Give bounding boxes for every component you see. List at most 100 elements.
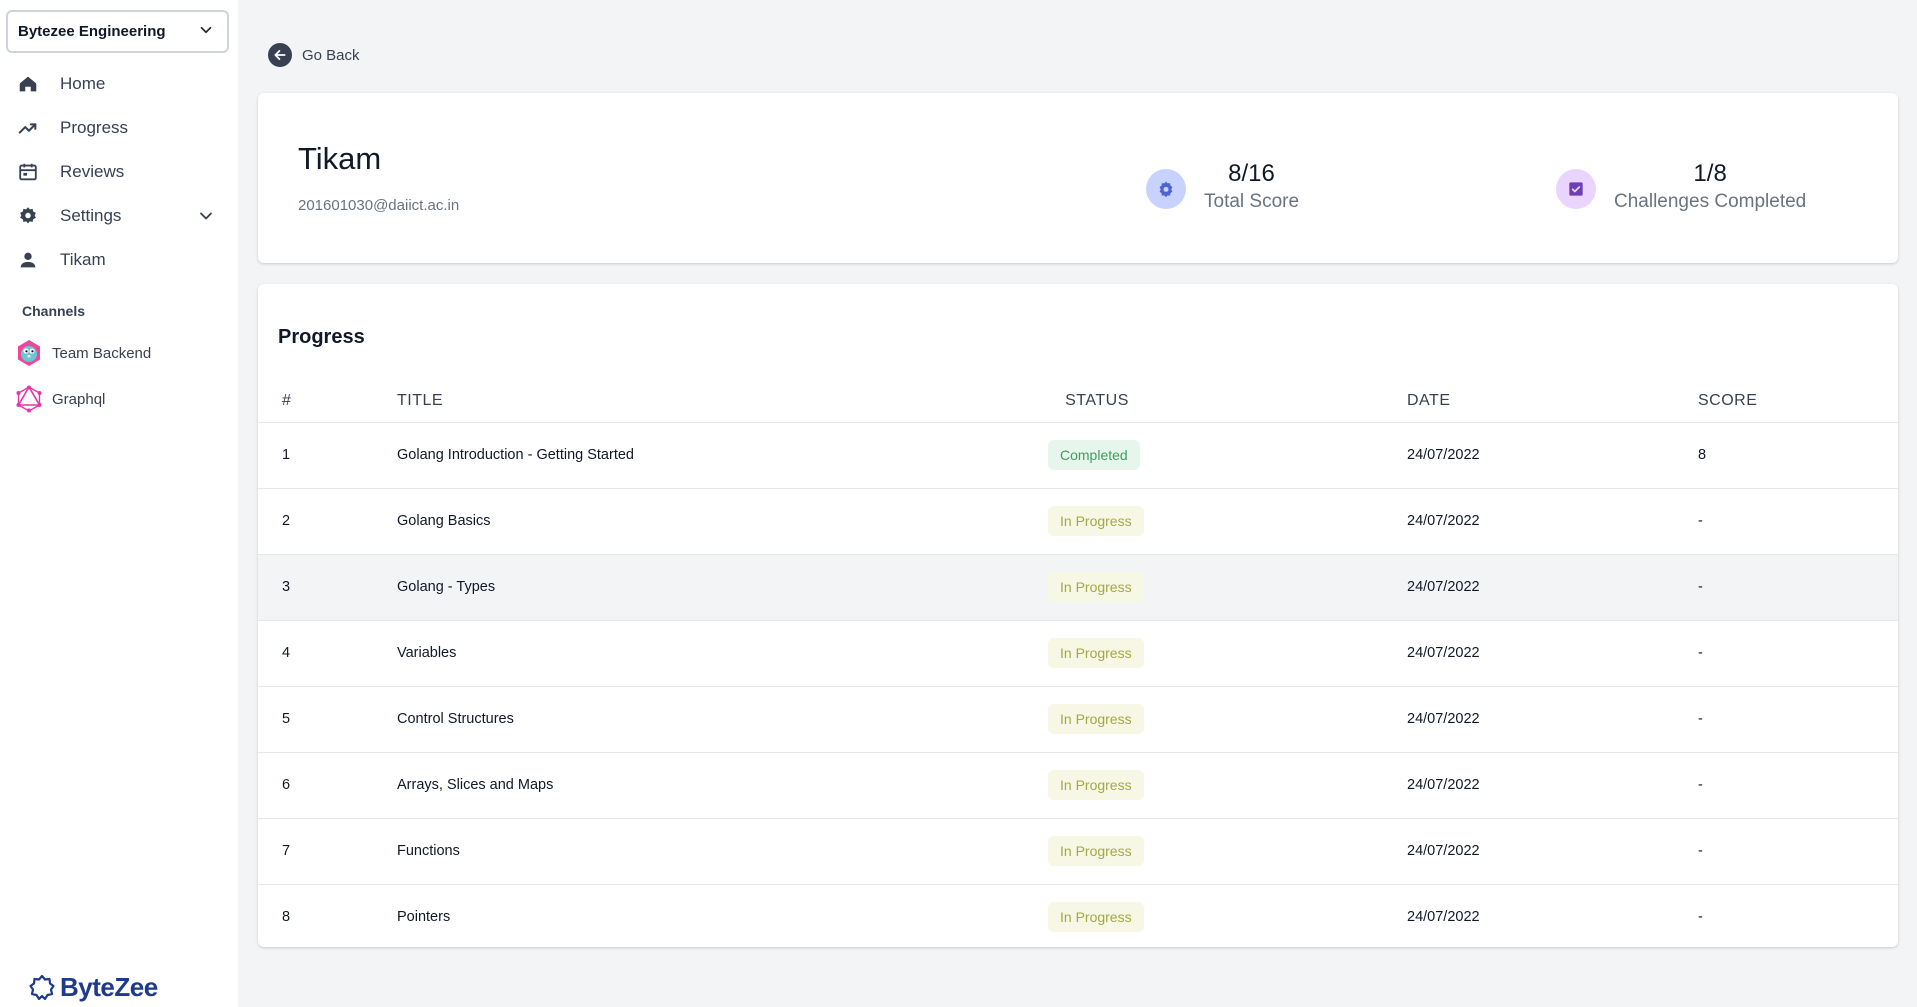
main-content: Go Back Tikam 201601030@daiict.ac.in 8/1… [238,0,1917,1007]
sidebar-item-label: Settings [60,206,122,225]
cell-number: 3 [258,554,397,621]
cell-date: 24/07/2022 [1407,554,1698,621]
bytezee-logo-icon [28,974,56,1002]
col-header-title: TITLE [397,380,1048,423]
gear-icon [16,204,40,228]
home-icon [16,72,40,96]
arrow-left-icon [268,43,292,67]
channel-label: Graphql [52,390,106,408]
status-badge: Completed [1048,440,1140,470]
cell-number: 6 [258,752,397,819]
cell-number: 4 [258,620,397,687]
col-header-date: DATE [1407,380,1698,423]
sidebar-item-home[interactable]: Home [0,62,238,106]
cell-score: - [1698,752,1898,819]
cell-title: Golang Introduction - Getting Started [397,422,1048,489]
org-select-label: Bytezee Engineering [18,23,166,40]
bytezee-logo: ByteZee [28,972,158,1003]
progress-title: Progress [278,326,365,348]
cell-date: 24/07/2022 [1407,884,1698,947]
total-score-stat: 8/16 Total Score [1146,159,1299,215]
chevron-down-icon[interactable] [194,204,218,228]
org-select[interactable]: Bytezee Engineering [6,10,229,53]
cell-number: 1 [258,422,397,489]
table-header-row: # TITLE STATUS DATE SCORE [258,380,1898,423]
challenges-completed-value: 1/8 [1693,160,1727,187]
cell-number: 5 [258,686,397,753]
cell-date: 24/07/2022 [1407,488,1698,555]
status-badge: In Progress [1048,506,1144,536]
sidebar-item-label: Home [60,74,106,93]
cell-number: 8 [258,884,397,947]
user-icon [16,248,40,272]
cell-number: 7 [258,818,397,885]
check-square-icon [1556,169,1596,209]
calendar-icon [16,160,40,184]
table-row[interactable]: 4 Variables In Progress 24/07/2022 - [258,620,1898,687]
cell-title: Control Structures [397,686,1048,753]
status-badge: In Progress [1048,572,1144,602]
go-back-button[interactable]: Go Back [268,43,360,67]
cell-title: Functions [397,818,1048,885]
sidebar-item-profile[interactable]: Tikam [0,238,238,282]
sidebar-item-settings[interactable]: Settings [0,194,238,238]
sidebar-item-label: Progress [60,118,129,137]
profile-name: Tikam [298,141,382,176]
table-row[interactable]: 3 Golang - Types In Progress 24/07/2022 … [258,554,1898,621]
table-row[interactable]: 7 Functions In Progress 24/07/2022 - [258,818,1898,885]
status-badge: In Progress [1048,902,1144,932]
sidebar-nav: Home Progress Reviews Settings Tikam [0,62,238,282]
status-badge: In Progress [1048,836,1144,866]
table-row[interactable]: 6 Arrays, Slices and Maps In Progress 24… [258,752,1898,819]
total-score-value: 8/16 [1228,160,1275,187]
col-header-score: SCORE [1698,380,1898,423]
challenges-completed-stat: 1/8 Challenges Completed [1556,159,1806,215]
sidebar-item-label: Tikam [60,250,106,269]
chevron-down-icon [197,21,215,43]
gopher-icon [14,338,44,368]
go-back-label: Go Back [302,46,360,64]
status-badge: In Progress [1048,770,1144,800]
badge-icon [1146,169,1186,209]
graphql-icon [14,384,44,414]
cell-number: 2 [258,488,397,555]
cell-title: Arrays, Slices and Maps [397,752,1048,819]
total-score-label: Total Score [1204,191,1300,212]
cell-date: 24/07/2022 [1407,620,1698,687]
status-badge: In Progress [1048,638,1144,668]
cell-date: 24/07/2022 [1407,686,1698,753]
cell-title: Variables [397,620,1048,687]
table-row[interactable]: 8 Pointers In Progress 24/07/2022 - [258,884,1898,947]
col-header-status-label: STATUS [1065,391,1129,409]
sidebar-item-progress[interactable]: Progress [0,106,238,150]
status-badge: In Progress [1048,704,1144,734]
cell-title: Pointers [397,884,1048,947]
profile-email: 201601030@daiict.ac.in [298,197,460,214]
cell-date: 24/07/2022 [1407,818,1698,885]
progress-card: Progress # TITLE STATUS DATE SCORE 1 Gol… [258,284,1898,947]
cell-title: Golang Basics [397,488,1048,555]
channel-label: Team Backend [52,344,152,362]
logo-text: ByteZee [60,972,158,1002]
profile-card: Tikam 201601030@daiict.ac.in 8/16 Total … [258,93,1898,263]
trending-up-icon [16,116,40,140]
cell-score: 8 [1698,422,1898,489]
col-header-number: # [258,380,397,423]
cell-date: 24/07/2022 [1407,422,1698,489]
cell-score: - [1698,620,1898,687]
table-row[interactable]: 5 Control Structures In Progress 24/07/2… [258,686,1898,753]
progress-table: # TITLE STATUS DATE SCORE 1 Golang Intro… [258,380,1898,947]
cell-date: 24/07/2022 [1407,752,1698,819]
channel-item-team-backend[interactable]: Team Backend [14,337,151,369]
sidebar-item-reviews[interactable]: Reviews [0,150,238,194]
cell-score: - [1698,686,1898,753]
cell-score: - [1698,554,1898,621]
table-row[interactable]: 1 Golang Introduction - Getting Started … [258,422,1898,489]
col-header-status: STATUS [1048,380,1407,423]
channel-item-graphql[interactable]: Graphql [14,383,105,415]
challenges-completed-label: Challenges Completed [1614,191,1807,212]
table-row[interactable]: 2 Golang Basics In Progress 24/07/2022 - [258,488,1898,555]
sidebar: Bytezee Engineering Home Progress Review… [0,0,238,1007]
sidebar-item-label: Reviews [60,162,125,181]
channels-heading: Channels [22,303,86,319]
